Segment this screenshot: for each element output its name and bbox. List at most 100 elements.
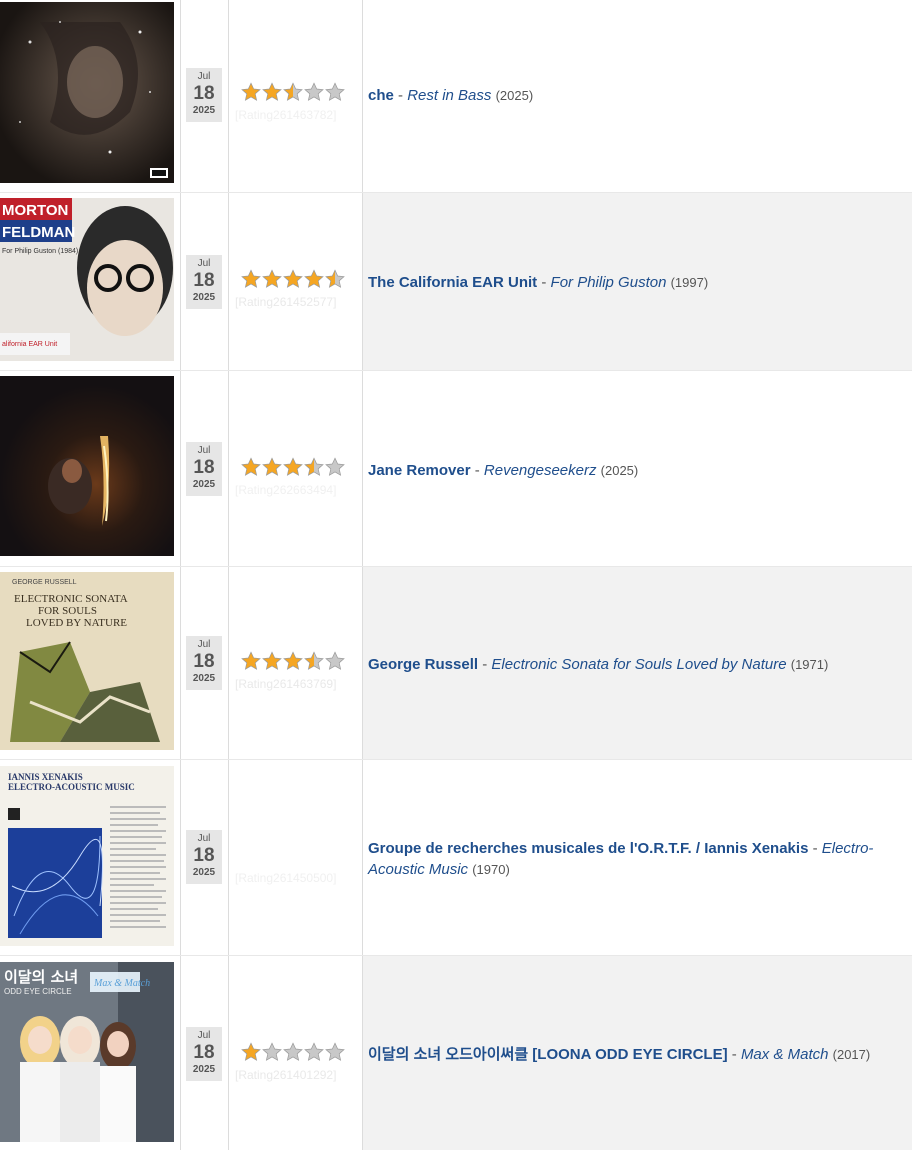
release-info: Groupe de recherches musicales de l'O.R.… — [368, 838, 890, 880]
cover-text: LOVED BY NATURE — [26, 617, 127, 629]
star-full-icon[interactable] — [283, 269, 303, 289]
rating-placeholder: [Rating262663494] — [235, 483, 337, 497]
star-full-icon[interactable] — [304, 269, 324, 289]
release-info: Jane Remover - Revengeseekerz (2025) — [368, 460, 890, 481]
rating-placeholder: [Rating261450500] — [235, 871, 337, 885]
release-info: The California EAR Unit - For Philip Gus… — [368, 272, 890, 293]
artist-link[interactable]: Jane Remover — [368, 462, 471, 479]
star-empty-icon[interactable] — [304, 82, 324, 102]
star-full-icon[interactable] — [241, 1042, 261, 1062]
star-half-icon[interactable] — [283, 82, 303, 102]
release-info: che - Rest in Bass (2025) — [368, 85, 890, 106]
star-half-icon[interactable] — [304, 651, 324, 671]
rating-placeholder: [Rating261401292] — [235, 1068, 337, 1082]
date-day: 18 — [193, 1042, 215, 1063]
cover-text: 이달의 소녀 — [4, 968, 78, 986]
date-month: Jul — [197, 639, 211, 650]
separator: - — [482, 656, 488, 673]
rating-row: IANNIS XENAKIS ELECTRO-ACOUSTIC MUSIC Ju… — [0, 760, 912, 956]
rating-row: Jul 18 2025 [Rating261463782] che - Rest… — [0, 0, 912, 193]
release-year: (1971) — [790, 657, 829, 672]
star-full-icon[interactable] — [262, 651, 282, 671]
cover-text: IANNIS XENAKIS — [8, 772, 83, 782]
album-cover[interactable]: GEORGE RUSSELL ELECTRONIC SONATA FOR SOU… — [0, 572, 174, 750]
date-badge: Jul 18 2025 — [186, 442, 222, 496]
date-year: 2025 — [192, 479, 216, 490]
star-full-icon[interactable] — [283, 651, 303, 671]
cover-text: GEORGE RUSSELL — [12, 579, 77, 586]
date-month: Jul — [197, 258, 211, 269]
star-rating[interactable] — [241, 651, 345, 671]
release-year: (1997) — [670, 275, 709, 290]
star-empty-icon[interactable] — [304, 1042, 324, 1062]
ratings-list: Jul 18 2025 [Rating261463782] che - Rest… — [0, 0, 912, 1150]
star-empty-icon[interactable] — [325, 651, 345, 671]
date-badge: Jul 18 2025 — [186, 1027, 222, 1081]
date-day: 18 — [193, 845, 215, 866]
date-day: 18 — [193, 457, 215, 478]
artist-link[interactable]: che — [368, 87, 394, 104]
date-badge: Jul 18 2025 — [186, 255, 222, 309]
date-month: Jul — [197, 71, 211, 82]
album-link[interactable]: Revengeseekerz — [484, 462, 597, 479]
album-cover[interactable] — [0, 376, 174, 556]
album-cover[interactable]: 이달의 소녀 ODD EYE CIRCLE Max & Match — [0, 962, 174, 1142]
date-badge: Jul 18 2025 — [186, 68, 222, 122]
rating-placeholder: [Rating261463769] — [235, 677, 337, 691]
release-year: (1970) — [472, 862, 510, 877]
cover-text: FELDMAN — [2, 224, 75, 241]
date-badge: Jul 18 2025 — [186, 636, 222, 690]
album-link[interactable]: Rest in Bass — [407, 87, 491, 104]
star-full-icon[interactable] — [241, 651, 261, 671]
separator: - — [812, 840, 818, 857]
star-half-icon[interactable] — [325, 269, 345, 289]
separator: - — [398, 87, 404, 104]
star-empty-icon[interactable] — [283, 1042, 303, 1062]
date-day: 18 — [193, 83, 215, 104]
release-info: 이달의 소녀 오드아이써클 [LOONA ODD EYE CIRCLE] - M… — [368, 1044, 890, 1065]
album-link[interactable]: Electronic Sonata for Souls Loved by Nat… — [491, 656, 786, 673]
star-full-icon[interactable] — [283, 457, 303, 477]
star-rating[interactable] — [241, 82, 345, 102]
separator: - — [474, 462, 480, 479]
star-rating[interactable] — [241, 269, 345, 289]
star-empty-icon[interactable] — [325, 1042, 345, 1062]
star-rating[interactable] — [241, 457, 345, 477]
date-month: Jul — [197, 833, 211, 844]
star-empty-icon[interactable] — [325, 457, 345, 477]
cover-text: MORTON — [2, 202, 68, 219]
album-cover[interactable]: IANNIS XENAKIS ELECTRO-ACOUSTIC MUSIC — [0, 766, 174, 946]
star-empty-icon[interactable] — [262, 1042, 282, 1062]
rating-placeholder: [Rating261452577] — [235, 295, 337, 309]
star-half-icon[interactable] — [304, 457, 324, 477]
cover-text: ELECTRONIC SONATA — [14, 593, 128, 605]
star-empty-icon[interactable] — [325, 82, 345, 102]
release-year: (2017) — [832, 1047, 871, 1062]
cover-text: For Philip Guston (1984) — [2, 248, 78, 255]
date-year: 2025 — [192, 673, 216, 684]
date-year: 2025 — [192, 867, 216, 878]
star-full-icon[interactable] — [262, 457, 282, 477]
artist-link[interactable]: George Russell — [368, 656, 478, 673]
cover-text: ELECTRO-ACOUSTIC MUSIC — [8, 782, 135, 792]
cover-text: Max & Match — [93, 978, 150, 989]
date-month: Jul — [197, 1030, 211, 1041]
separator: - — [541, 274, 547, 291]
star-full-icon[interactable] — [241, 82, 261, 102]
album-link[interactable]: Max & Match — [741, 1046, 829, 1063]
star-full-icon[interactable] — [241, 457, 261, 477]
artist-link[interactable]: Groupe de recherches musicales de l'O.R.… — [368, 840, 808, 857]
album-cover[interactable]: MORTON FELDMAN For Philip Guston (1984) … — [0, 198, 174, 361]
star-rating[interactable] — [241, 1042, 345, 1062]
artist-link[interactable]: The California EAR Unit — [368, 274, 537, 291]
star-full-icon[interactable] — [262, 269, 282, 289]
star-full-icon[interactable] — [262, 82, 282, 102]
album-cover[interactable] — [0, 2, 174, 183]
artist-link[interactable]: 이달의 소녀 오드아이써클 [LOONA ODD EYE CIRCLE] — [368, 1046, 728, 1063]
album-link[interactable]: For Philip Guston — [551, 274, 667, 291]
rating-row: Jul 18 2025 [Rating262663494] Jane Remov… — [0, 371, 912, 567]
rating-row: GEORGE RUSSELL ELECTRONIC SONATA FOR SOU… — [0, 567, 912, 760]
date-year: 2025 — [192, 292, 216, 303]
date-day: 18 — [193, 651, 215, 672]
star-full-icon[interactable] — [241, 269, 261, 289]
